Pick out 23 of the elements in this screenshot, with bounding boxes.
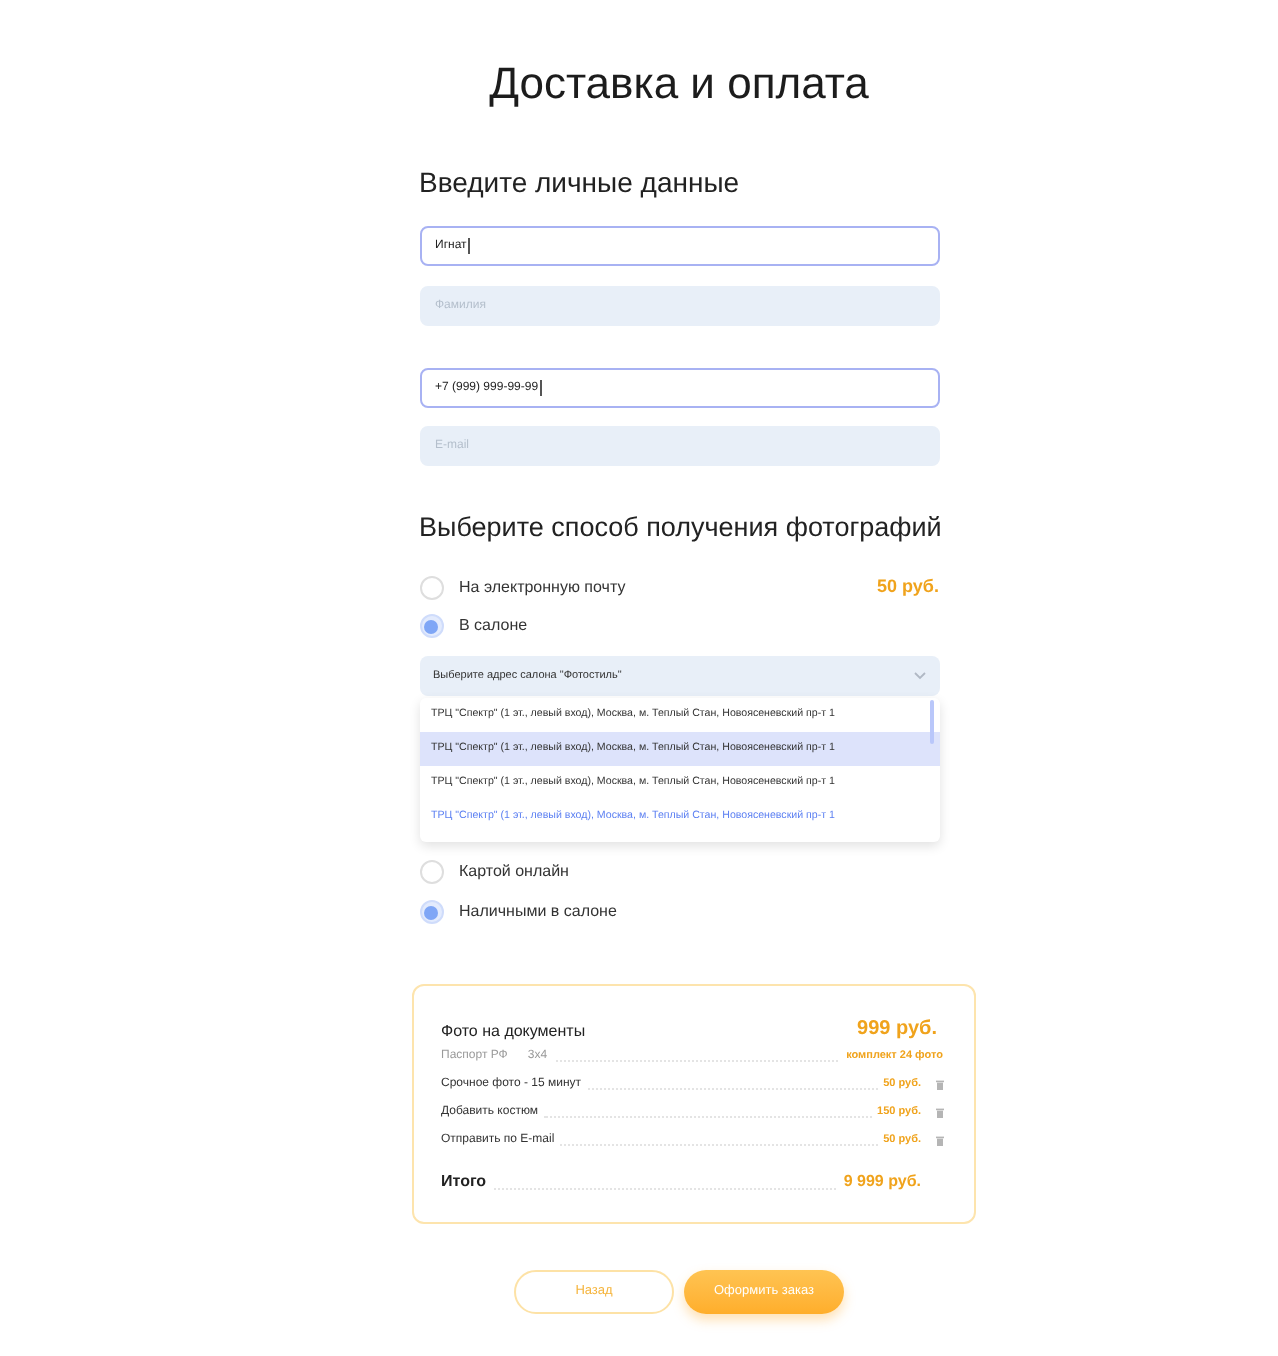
radio-button[interactable] <box>419 900 443 924</box>
section-heading: Выберите способ получения фотографий <box>419 510 942 546</box>
product-price: 999 руб. <box>857 1016 937 1044</box>
text-cursor <box>540 380 543 396</box>
radio-label[interactable]: На электронную почту <box>459 576 626 600</box>
trash-icon[interactable] <box>935 1079 943 1089</box>
price-label: 50 руб. <box>877 574 939 601</box>
radio-button[interactable] <box>419 614 443 638</box>
trash-icon[interactable] <box>935 1135 943 1145</box>
page-title: Доставка и оплата <box>487 56 871 112</box>
total-label: Итого <box>441 1170 487 1194</box>
chevron-down-icon <box>913 672 925 680</box>
radio-label[interactable]: Картой онлайн <box>459 860 569 884</box>
trash-icon[interactable] <box>935 1107 943 1117</box>
radio-button[interactable] <box>419 576 443 600</box>
radio-label[interactable]: Наличными в салоне <box>459 900 617 924</box>
radio-label[interactable]: В салоне <box>459 614 528 638</box>
section-heading: Введите личные данные <box>419 164 742 200</box>
scrollbar-thumb[interactable] <box>930 700 933 744</box>
product-name: Фото на документы <box>441 1020 586 1044</box>
total-value: 9 999 руб. <box>843 1170 921 1194</box>
text-cursor <box>468 238 471 254</box>
radio-button[interactable] <box>419 860 443 884</box>
